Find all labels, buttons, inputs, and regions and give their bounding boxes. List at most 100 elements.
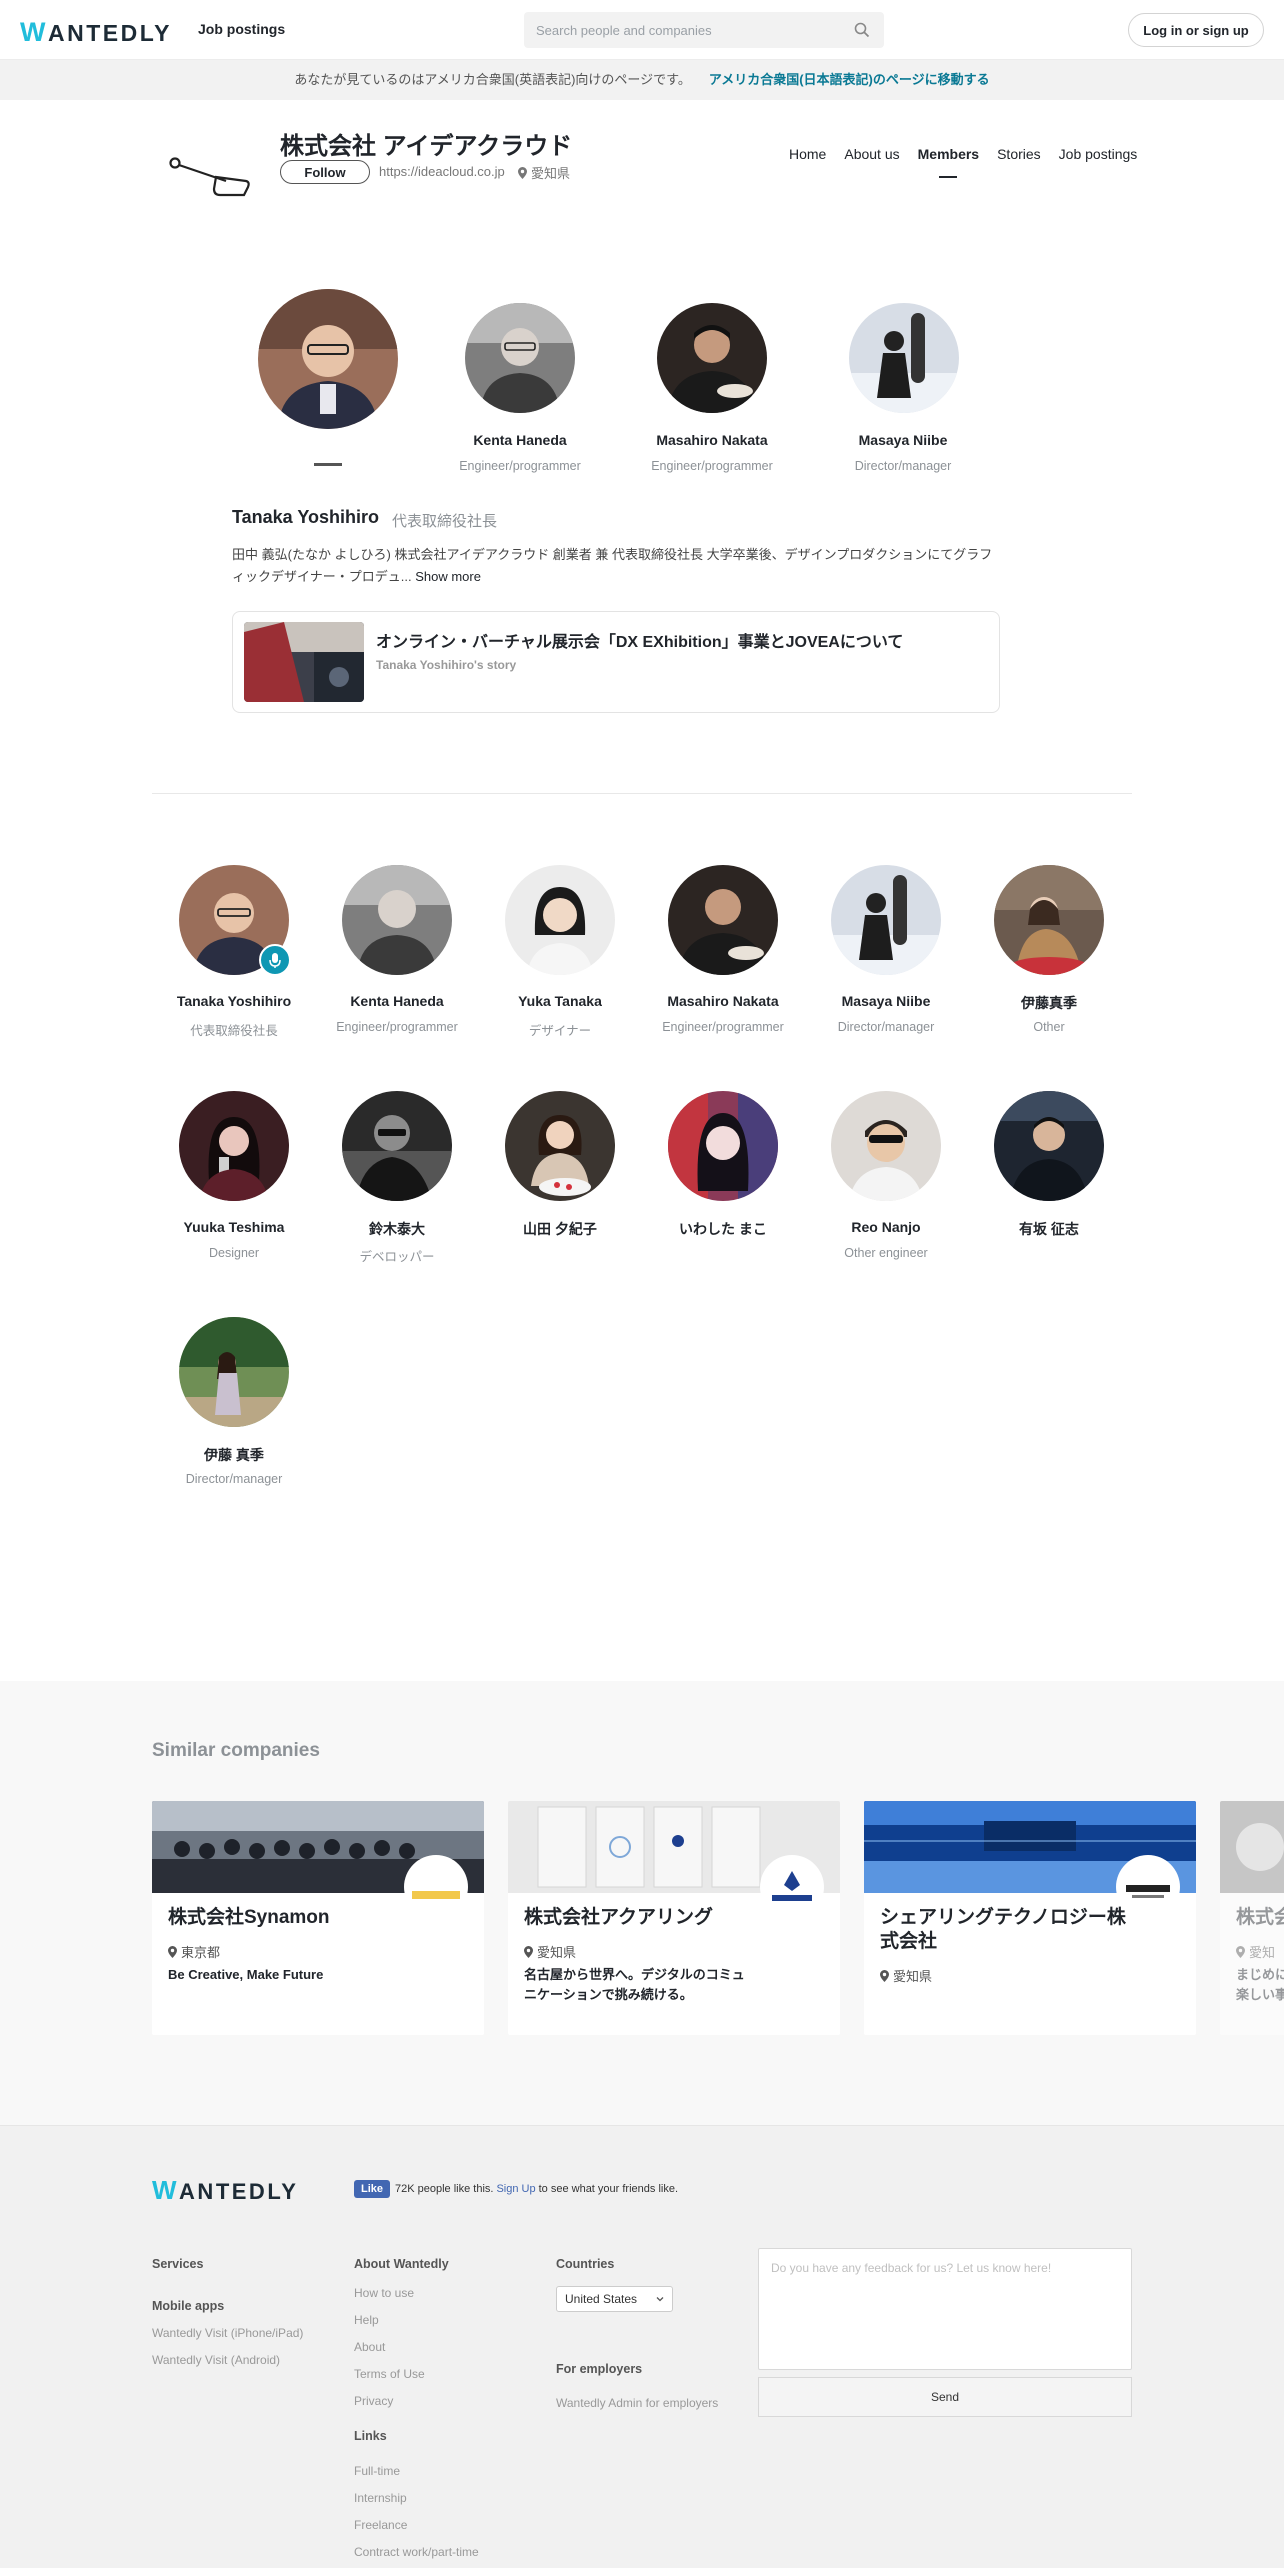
location-pin-icon bbox=[880, 1970, 889, 1982]
similar-company-name[interactable]: 株式会社Synamon bbox=[168, 1906, 418, 1930]
footer-link[interactable]: Wantedly Admin for employers bbox=[556, 2396, 718, 2410]
similar-company-location: 東京都 bbox=[168, 1942, 220, 1961]
member-role: Engineer/programmer bbox=[336, 1020, 458, 1034]
member-name: 山田 夕紀子 bbox=[523, 1221, 597, 1237]
member-name: Tanaka Yoshihiro bbox=[176, 993, 292, 1009]
facebook-like-count: 72K people like this. bbox=[395, 2183, 494, 2195]
footer-link[interactable]: Freelance bbox=[354, 2518, 407, 2532]
wantedly-logo[interactable]: WANTEDLY bbox=[20, 17, 172, 48]
company-cover-image bbox=[1220, 1801, 1284, 1893]
search-icon[interactable] bbox=[854, 22, 870, 38]
similar-company-name[interactable]: 株式会社アクアリング bbox=[524, 1906, 774, 1930]
show-more-link[interactable]: Show more bbox=[415, 569, 481, 584]
footer-link[interactable]: How to use bbox=[354, 2286, 414, 2300]
login-signup-button[interactable]: Log in or sign up bbox=[1128, 13, 1264, 47]
footer-heading-employers: For employers bbox=[556, 2362, 643, 2376]
footer-link[interactable]: Terms of Use bbox=[354, 2367, 425, 2381]
footer-heading-countries: Countries bbox=[556, 2257, 615, 2271]
footer-link[interactable]: Internship bbox=[354, 2491, 407, 2505]
company-logo-icon bbox=[169, 157, 250, 197]
similar-company-description: まじめに楽しい事 bbox=[1236, 1967, 1284, 2002]
footer-link[interactable]: Full-time bbox=[354, 2464, 400, 2478]
footer-link[interactable]: Contract work/part-time bbox=[354, 2545, 479, 2559]
featured-role: Engineer/programmer bbox=[459, 459, 581, 473]
footer-link[interactable]: Privacy bbox=[354, 2394, 393, 2408]
member-avatar[interactable] bbox=[342, 865, 452, 975]
footer-link[interactable]: Wantedly Visit (Android) bbox=[152, 2353, 280, 2367]
member-avatar[interactable] bbox=[831, 865, 941, 975]
footer-heading-about: About Wantedly bbox=[354, 2257, 449, 2271]
similar-companies-title: Similar companies bbox=[152, 1740, 320, 1761]
similar-company-location: 愛知県 bbox=[524, 1942, 576, 1961]
nav-job-postings-link[interactable]: Job postings bbox=[198, 21, 285, 37]
member-avatar[interactable] bbox=[994, 1091, 1104, 1201]
locale-notice-bar: あなたが見ているのはアメリカ合衆国(英語表記)向けのページです。 アメリカ合衆国(… bbox=[0, 60, 1284, 100]
similar-companies-section: Similar companies 株式会社Synamon 東京都 Be Cre… bbox=[0, 1681, 1284, 2125]
story-title[interactable]: オンライン・バーチャル展示会「DX EXhibition」事業とJOVEAについ… bbox=[376, 628, 903, 652]
featured-avatar-haneda[interactable] bbox=[465, 303, 575, 413]
featured-name: Masahiro Nakata bbox=[656, 432, 768, 448]
footer-link[interactable]: Wantedly Visit (iPhone/iPad) bbox=[152, 2326, 303, 2340]
member-avatar[interactable] bbox=[342, 1091, 452, 1201]
selected-indicator bbox=[314, 463, 342, 466]
story-author: Tanaka Yoshihiro's story bbox=[376, 658, 517, 672]
member-name: 伊藤 真季 bbox=[204, 1447, 264, 1463]
member-name: Kenta Haneda bbox=[350, 993, 444, 1009]
country-select[interactable]: United States bbox=[556, 2286, 673, 2312]
similar-company-description: Be Creative, Make Future bbox=[168, 1967, 324, 1982]
featured-avatar-niibe[interactable] bbox=[849, 303, 959, 413]
story-card[interactable]: オンライン・バーチャル展示会「DX EXhibition」事業とJOVEAについ… bbox=[232, 611, 1000, 713]
member-avatar[interactable] bbox=[179, 1317, 289, 1427]
member-name: いわした まこ bbox=[679, 1221, 767, 1237]
search-box bbox=[524, 12, 884, 48]
facebook-like-widget: Like 72K people like this. Sign Up to se… bbox=[354, 2180, 678, 2198]
facebook-like-button[interactable]: Like bbox=[354, 2180, 391, 2198]
similar-company-description: 名古屋から世界へ。デジタルのコミュニケーションで挑み続ける。 bbox=[524, 1967, 745, 2002]
follow-button[interactable]: Follow bbox=[280, 160, 370, 184]
member-avatar[interactable] bbox=[831, 1091, 941, 1201]
tab-members[interactable]: Members bbox=[909, 146, 988, 178]
featured-avatar-nakata[interactable] bbox=[657, 303, 767, 413]
similar-company-name[interactable]: シェアリングテクノロジー株式会社 bbox=[880, 1906, 1130, 1954]
member-avatar[interactable] bbox=[179, 1091, 289, 1201]
featured-name: Masaya Niibe bbox=[858, 432, 948, 448]
location-pin-icon bbox=[168, 1946, 177, 1958]
location-pin-icon bbox=[518, 167, 527, 179]
send-feedback-button[interactable]: Send bbox=[758, 2377, 1132, 2417]
facebook-signup-link[interactable]: Sign Up bbox=[496, 2183, 535, 2195]
locale-switch-link[interactable]: アメリカ合衆国(日本語表記)のページに移動する bbox=[709, 72, 990, 87]
similar-company-location: 愛知 bbox=[1236, 1942, 1275, 1961]
member-avatar[interactable] bbox=[994, 865, 1104, 975]
member-avatar[interactable] bbox=[668, 1091, 778, 1201]
similar-company-card[interactable]: 株式会 愛知 まじめに楽しい事 bbox=[1220, 1801, 1284, 2035]
footer-link[interactable]: Help bbox=[354, 2313, 379, 2327]
featured-role: Engineer/programmer bbox=[651, 459, 773, 473]
search-input[interactable] bbox=[524, 12, 824, 48]
tab-stories[interactable]: Stories bbox=[988, 146, 1050, 162]
similar-company-card[interactable]: 株式会社アクアリング 愛知県 名古屋から世界へ。デジタルのコミュニケーションで挑… bbox=[508, 1801, 840, 2035]
member-avatar[interactable] bbox=[505, 865, 615, 975]
mic-icon bbox=[259, 944, 291, 976]
tab-home[interactable]: Home bbox=[780, 146, 835, 162]
similar-company-name[interactable]: 株式会 bbox=[1236, 1906, 1284, 1930]
company-website-link[interactable]: https://ideacloud.co.jp bbox=[379, 164, 505, 179]
featured-avatar-tanaka[interactable] bbox=[258, 289, 398, 429]
footer-wantedly-logo[interactable]: WANTEDLY bbox=[152, 2175, 298, 2206]
similar-company-card[interactable]: シェアリングテクノロジー株式会社 愛知県 bbox=[864, 1801, 1196, 2035]
company-tabs: Home About us Members Stories Job postin… bbox=[780, 146, 1147, 178]
selected-member-title: 代表取締役社長 bbox=[392, 513, 498, 530]
member-role: Director/manager bbox=[837, 1020, 935, 1034]
similar-company-card[interactable]: 株式会社Synamon 東京都 Be Creative, Make Future bbox=[152, 1801, 484, 2035]
company-location: 愛知県 bbox=[518, 163, 570, 182]
footer: WANTEDLY Like 72K people like this. Sign… bbox=[0, 2125, 1284, 2568]
member-avatar[interactable] bbox=[505, 1091, 615, 1201]
tab-job-postings[interactable]: Job postings bbox=[1050, 146, 1147, 162]
feedback-textarea[interactable] bbox=[758, 2248, 1132, 2370]
tab-about-us[interactable]: About us bbox=[835, 146, 908, 162]
footer-link[interactable]: About bbox=[354, 2340, 385, 2354]
member-name: Yuuka Teshima bbox=[183, 1219, 285, 1235]
featured-name: Kenta Haneda bbox=[473, 432, 567, 448]
member-role: デベロッパー bbox=[359, 1250, 435, 1264]
member-role: Engineer/programmer bbox=[662, 1020, 784, 1034]
member-avatar[interactable] bbox=[668, 865, 778, 975]
